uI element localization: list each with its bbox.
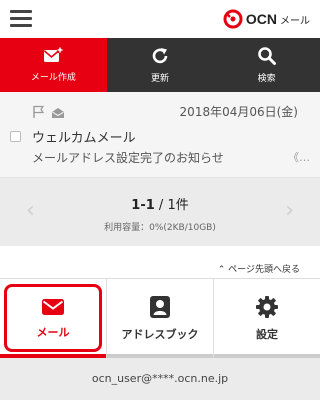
tab-mail[interactable]: メール [0,279,107,358]
refresh-icon [152,48,168,64]
message-preview-more: 《… [288,151,310,164]
tab-settings[interactable]: 設定 [214,279,320,358]
chevron-up-icon: ⌃ [217,265,229,275]
storage-usage: 利用容量：0%(2KB/10GB) [104,223,216,233]
active-tab-highlight [4,284,102,352]
page-separator: / [154,198,168,213]
app-root: OCN メール メール作成 更新 検索 2018年04月06日(金) ウェルカム… [0,0,320,400]
logo-brand: OCN [245,11,277,27]
bottom-tab-bar: メール アドレスブック 設定 [0,278,320,358]
refresh-label: 更新 [151,74,170,84]
flag-icon[interactable] [32,105,46,119]
message-date: 2018年04月06日(金) [179,105,298,119]
chevron-right-icon[interactable]: › [285,198,294,223]
pagination: ‹ 1-1 / 1件 利用容量：0%(2KB/10GB) › [0,178,320,246]
page-range: 1-1 [131,198,155,213]
footer: ocn_user@****.ocn.ne.jp [0,358,320,400]
address-book-icon [150,296,170,318]
hamburger-menu-icon[interactable] [10,10,32,28]
logo-product: メール [280,15,310,27]
tab-settings-label: 設定 [256,328,278,341]
ocn-logo[interactable]: OCN メール [223,9,310,29]
search-label: 検索 [257,74,276,84]
search-button[interactable]: 検索 [213,38,320,92]
message-sender[interactable]: ウェルカムメール [32,127,136,146]
read-envelope-icon [52,108,64,118]
tab-address-book[interactable]: アドレスブック [107,279,214,358]
message-checkbox[interactable] [10,131,21,142]
compose-label: メール作成 [30,73,76,83]
compose-mail-icon [44,47,64,62]
page-count: 1-1 / 1件 [0,194,320,213]
top-toolbar: メール作成 更新 検索 [0,38,320,92]
refresh-button[interactable]: 更新 [107,38,214,92]
search-icon [257,47,276,65]
header: OCN メール [0,0,320,38]
page-total: 1件 [167,198,189,213]
user-email: ocn_user@****.ocn.ne.jp [91,372,229,385]
gear-icon [256,296,278,318]
back-to-top-label: ページ先頭へ戻る [228,265,300,275]
tab-address-book-label: アドレスブック [121,328,199,341]
ocn-logo-mark-icon [223,9,243,29]
back-to-top-link[interactable]: ⌃ ページ先頭へ戻る [218,262,300,275]
message-subject[interactable]: メールアドレス設定完了のお知らせ [32,149,224,166]
message-row[interactable]: 2018年04月06日(金) ウェルカムメール メールアドレス設定完了のお知らせ… [0,92,320,178]
compose-button[interactable]: メール作成 [0,38,107,92]
